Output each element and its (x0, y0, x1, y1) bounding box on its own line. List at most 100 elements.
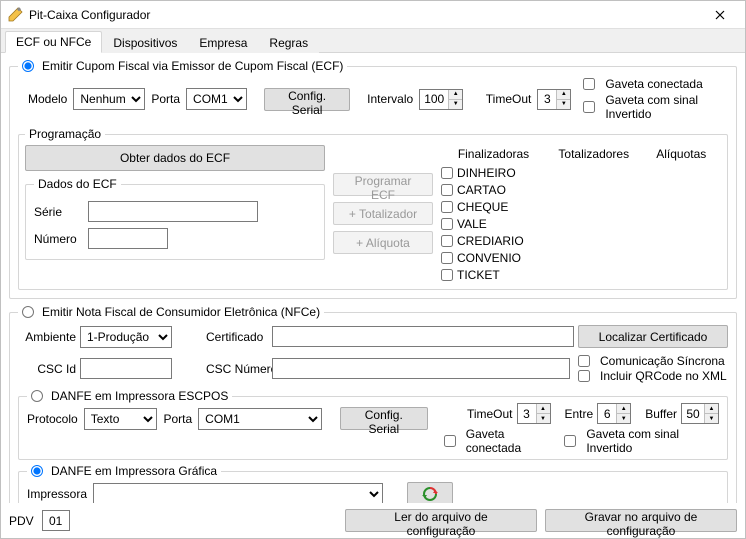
spin-up-icon[interactable]: ▲ (705, 404, 718, 414)
timeout-label-escpos: TimeOut (467, 407, 513, 421)
gaveta-sinal-ecf-check[interactable] (583, 101, 595, 113)
pdv-label: PDV (9, 514, 34, 528)
radio-danfe-grafica[interactable] (31, 465, 43, 477)
porta-label-escpos: Porta (163, 412, 192, 426)
totalizadores-header: Totalizadores (554, 145, 634, 161)
gaveta-conectada-ecf-label: Gaveta conectada (605, 77, 702, 91)
entre-input[interactable] (598, 404, 616, 423)
timeout-input-escpos[interactable] (518, 404, 536, 423)
timeout-input-ecf[interactable] (538, 90, 556, 109)
csc-num-input[interactable] (272, 358, 570, 379)
tab-ecf-nfce[interactable]: ECF ou NFCe (5, 31, 102, 53)
finalizadora-check[interactable] (441, 167, 453, 179)
finalizadora-label: VALE (457, 217, 487, 231)
finalizadora-check[interactable] (441, 218, 453, 230)
gaveta-conectada-ecf-check[interactable] (583, 78, 595, 90)
ecf-group: Emitir Cupom Fiscal via Emissor de Cupom… (9, 59, 737, 299)
finalizadora-label: TICKET (457, 268, 500, 282)
finalizadora-check[interactable] (441, 252, 453, 264)
finalizadora-check[interactable] (441, 184, 453, 196)
spin-up-icon[interactable]: ▲ (617, 404, 630, 414)
protocolo-select[interactable]: Texto (84, 408, 158, 430)
csc-id-input[interactable] (80, 358, 172, 379)
grafica-radio-legend: DANFE em Impressora Gráfica (27, 464, 221, 478)
escpos-group: DANFE em Impressora ESCPOS Protocolo Tex… (18, 389, 728, 460)
radio-emit-nfce[interactable] (22, 306, 34, 318)
finalizadora-check[interactable] (441, 235, 453, 247)
entre-spin[interactable]: ▲▼ (597, 403, 631, 424)
buffer-spin[interactable]: ▲▼ (681, 403, 719, 424)
finalizadora-label: CHEQUE (457, 200, 508, 214)
add-aliquota-button[interactable]: + Alíquota (333, 231, 433, 254)
intervalo-input[interactable] (420, 90, 448, 109)
gravar-config-button[interactable]: Gravar no arquivo de configuração (545, 509, 737, 532)
escpos-radio-label: DANFE em Impressora ESCPOS (51, 389, 228, 403)
config-serial-ecf-button[interactable]: Config. Serial (264, 88, 350, 111)
pdv-input[interactable] (42, 510, 70, 531)
config-serial-escpos-button[interactable]: Config. Serial (340, 407, 428, 430)
tab-empresa[interactable]: Empresa (188, 32, 258, 53)
porta-select-ecf[interactable]: COM1 (186, 88, 247, 110)
serie-input[interactable] (88, 201, 258, 222)
com-sincrona-check[interactable] (578, 355, 590, 367)
ecf-radio-label: Emitir Cupom Fiscal via Emissor de Cupom… (42, 59, 343, 73)
numero-label: Número (34, 232, 82, 246)
spin-down-icon[interactable]: ▼ (617, 414, 630, 423)
programar-ecf-button[interactable]: Programar ECF (333, 173, 433, 196)
modelo-label: Modelo (28, 92, 67, 106)
dados-ecf-legend: Dados do ECF (34, 177, 121, 191)
content: Emitir Cupom Fiscal via Emissor de Cupom… (1, 53, 745, 503)
serie-label: Série (34, 205, 82, 219)
spin-up-icon[interactable]: ▲ (449, 90, 462, 100)
porta-select-escpos[interactable]: COM1 (198, 408, 322, 430)
tabs: ECF ou NFCe Dispositivos Empresa Regras (1, 29, 745, 53)
gaveta-conectada-escpos-check[interactable] (444, 435, 456, 447)
ecf-radio-legend: Emitir Cupom Fiscal via Emissor de Cupom… (18, 59, 347, 73)
spin-down-icon[interactable]: ▼ (705, 414, 718, 423)
timeout-label-ecf: TimeOut (486, 92, 532, 106)
modelo-select[interactable]: Nenhum (73, 88, 145, 110)
nfce-radio-label: Emitir Nota Fiscal de Consumidor Eletrôn… (42, 305, 320, 319)
spin-down-icon[interactable]: ▼ (557, 100, 570, 109)
gaveta-sinal-escpos-label: Gaveta com sinal Invertido (586, 427, 719, 455)
programacao-legend: Programação (25, 127, 105, 141)
radio-emit-ecf[interactable] (22, 60, 34, 72)
buffer-input[interactable] (682, 404, 704, 423)
incluir-qrcode-check[interactable] (578, 370, 590, 382)
ambiente-select[interactable]: 1-Produção (80, 326, 172, 348)
tab-regras[interactable]: Regras (258, 32, 319, 53)
gaveta-conectada-escpos-label: Gaveta conectada (466, 427, 557, 455)
tab-dispositivos[interactable]: Dispositivos (102, 32, 188, 53)
bottom-bar: PDV Ler do arquivo de configuração Grava… (1, 503, 745, 538)
gaveta-sinal-escpos-check[interactable] (564, 435, 576, 447)
escpos-radio-legend: DANFE em Impressora ESCPOS (27, 389, 232, 403)
timeout-spin-escpos[interactable]: ▲▼ (517, 403, 551, 424)
grafica-group: DANFE em Impressora Gráfica Impressora (18, 464, 728, 503)
aliquotas-header: Alíquotas (642, 145, 722, 161)
intervalo-spin[interactable]: ▲▼ (419, 89, 463, 110)
finalizadora-check[interactable] (441, 269, 453, 281)
numero-input[interactable] (88, 228, 168, 249)
refresh-impressora-button[interactable] (407, 482, 453, 503)
localizar-certificado-button[interactable]: Localizar Certificado (578, 325, 728, 348)
spin-down-icon[interactable]: ▼ (449, 100, 462, 109)
spin-up-icon[interactable]: ▲ (537, 404, 550, 414)
finalizadora-label: CONVENIO (457, 251, 521, 265)
app-icon (7, 7, 23, 23)
ler-config-button[interactable]: Ler do arquivo de configuração (345, 509, 537, 532)
com-sincrona-label: Comunicação Síncrona (600, 354, 725, 368)
finalizadora-check[interactable] (441, 201, 453, 213)
spin-down-icon[interactable]: ▼ (537, 414, 550, 423)
porta-label-ecf: Porta (151, 92, 180, 106)
obter-dados-button[interactable]: Obter dados do ECF (25, 145, 325, 171)
certificado-label: Certificado (206, 330, 268, 344)
spin-up-icon[interactable]: ▲ (557, 90, 570, 100)
impressora-select[interactable] (93, 483, 383, 504)
add-totalizador-button[interactable]: + Totalizador (333, 202, 433, 225)
radio-danfe-escpos[interactable] (31, 390, 43, 402)
close-button[interactable] (701, 2, 739, 28)
certificado-input[interactable] (272, 326, 574, 347)
gaveta-sinal-ecf-label: Gaveta com sinal Invertido (605, 93, 728, 121)
timeout-spin-ecf[interactable]: ▲▼ (537, 89, 571, 110)
dados-ecf-group: Dados do ECF Série Número (25, 177, 325, 260)
